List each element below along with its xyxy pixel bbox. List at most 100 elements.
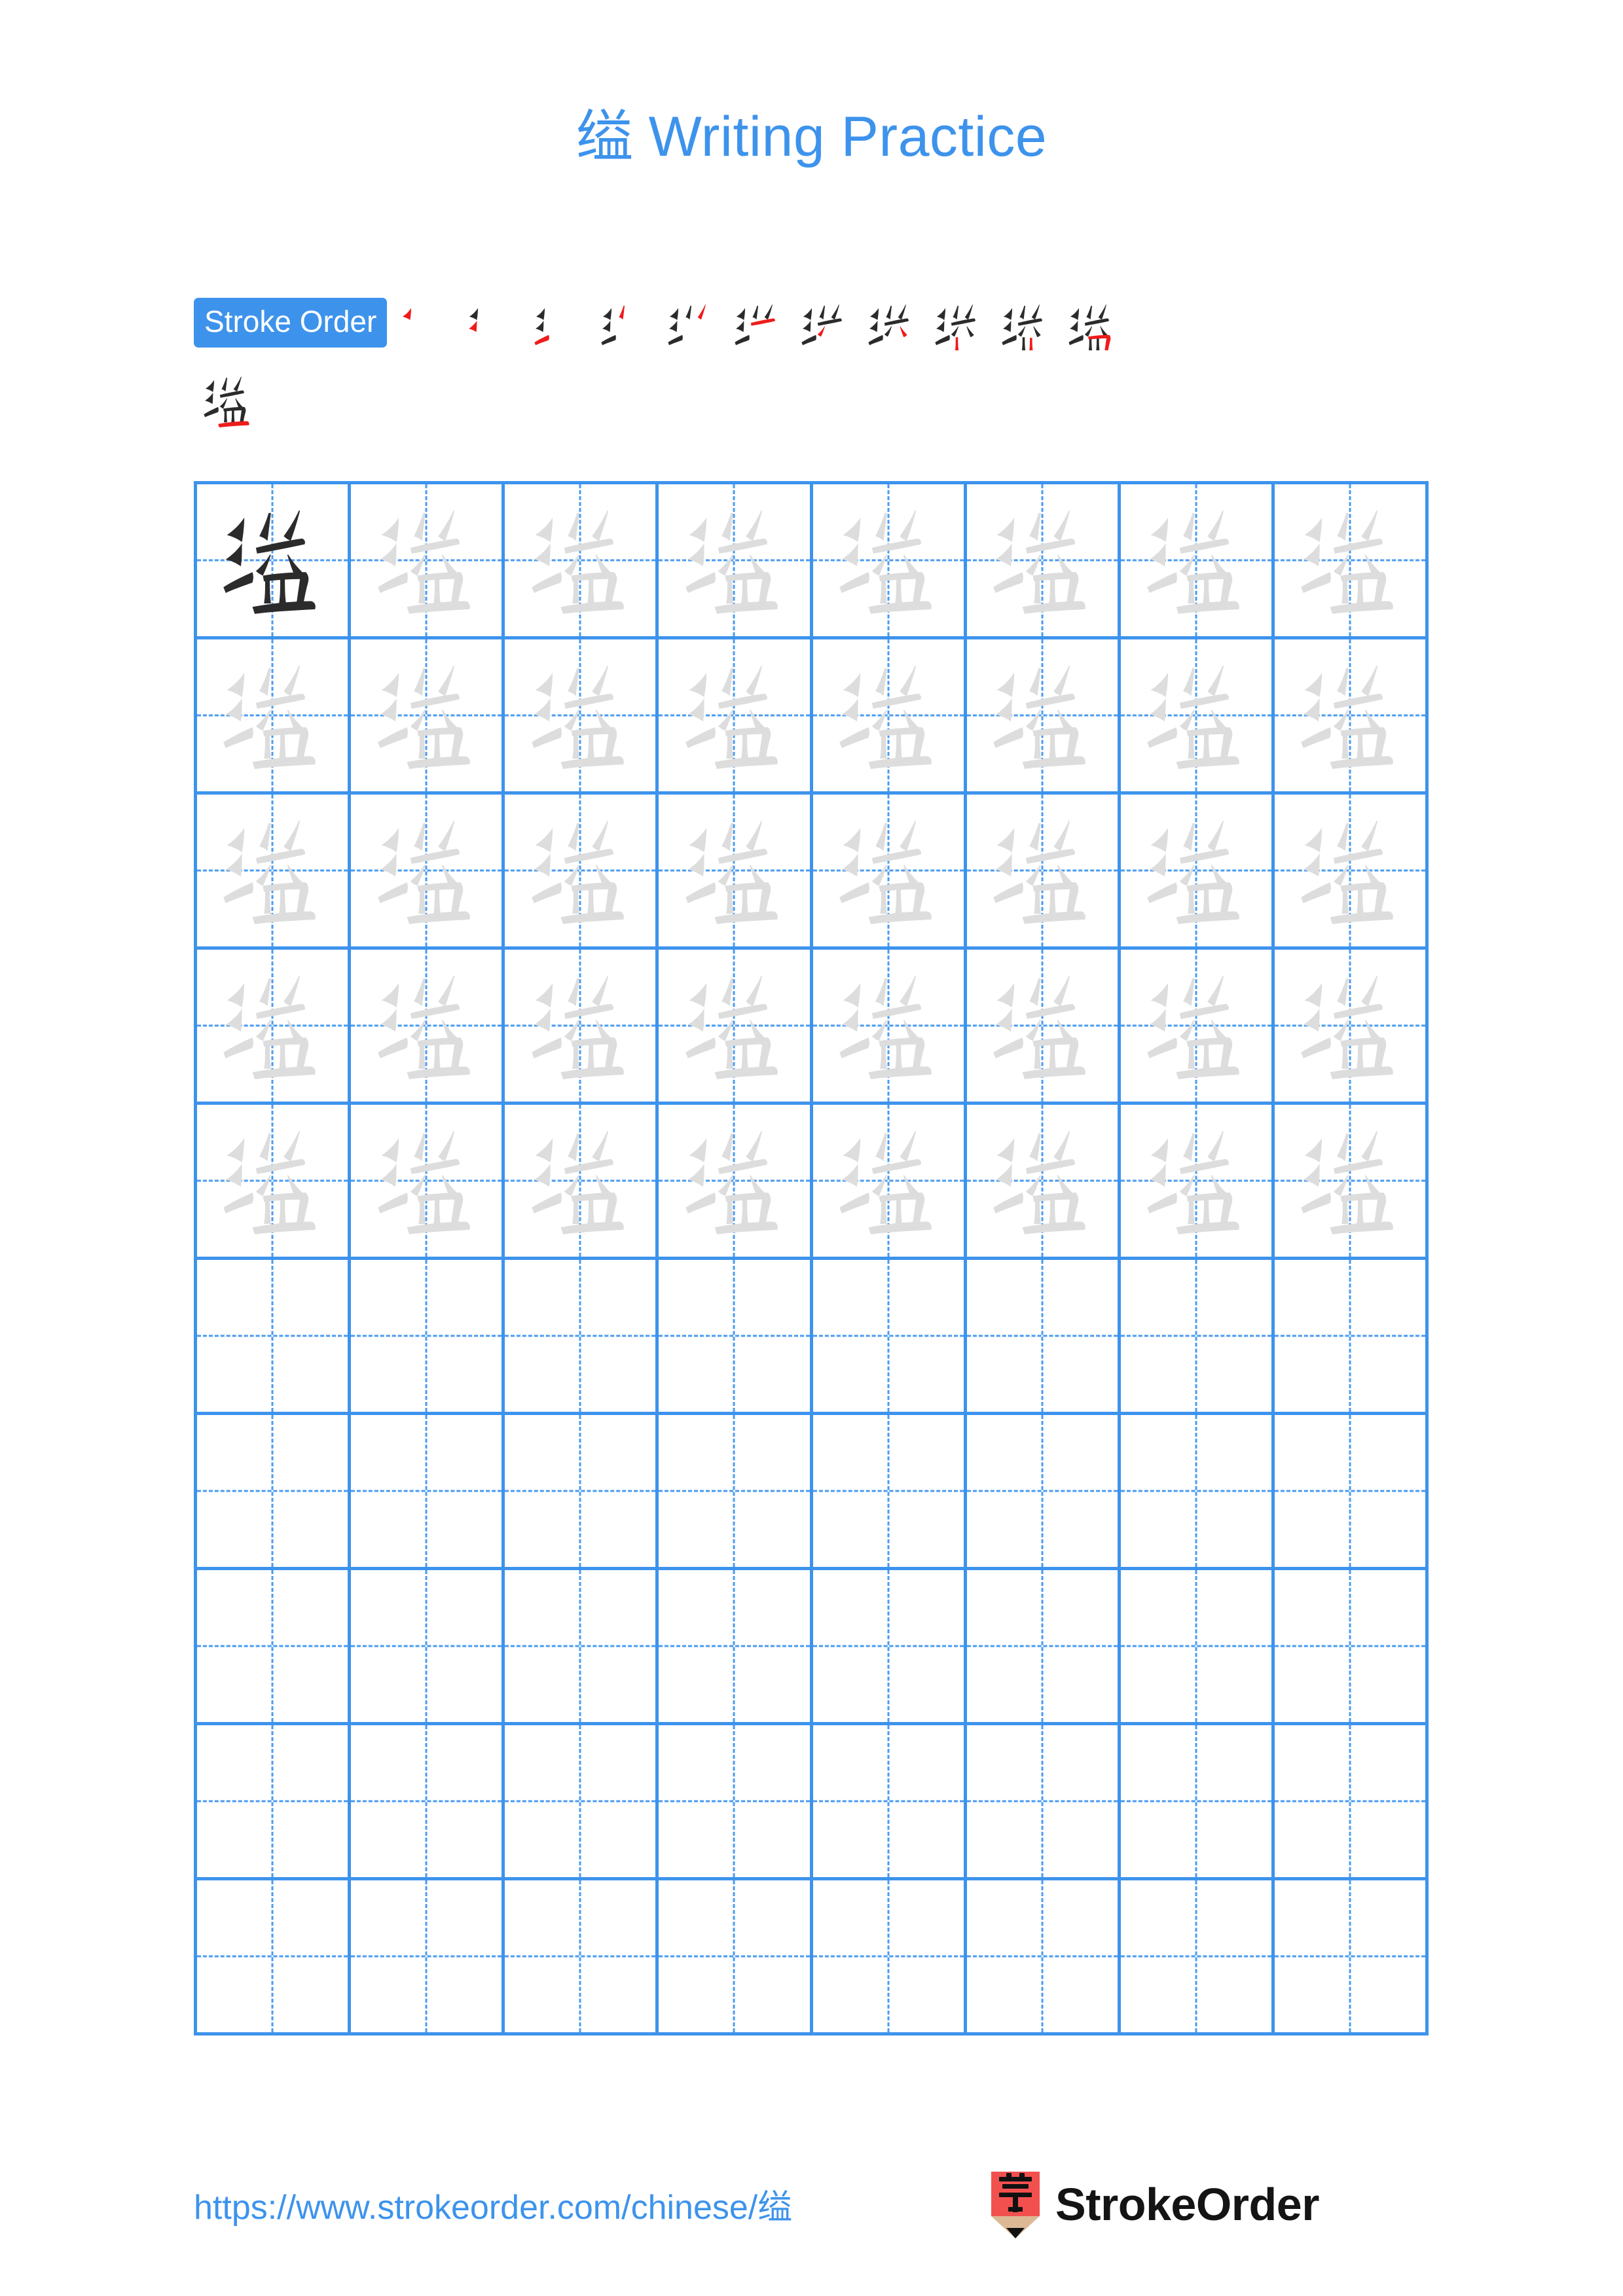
practice-cell-r6-c6[interactable] [966,1260,1121,1415]
practice-cell-r1-c3[interactable] [505,484,659,639]
practice-cell-r10-c4[interactable] [659,1880,813,2036]
practice-cell-r7-c2[interactable] [351,1415,505,1570]
practice-cell-r8-c8[interactable] [1274,1570,1429,1725]
practice-cell-r5-c7[interactable] [1120,1105,1275,1260]
practice-cell-r3-c3[interactable] [505,795,659,950]
stroke-order-line-1: Stroke Order [194,298,1431,361]
practice-cell-r10-c5[interactable] [812,1880,967,2036]
practice-cell-r4-c2[interactable] [351,950,505,1105]
practice-cell-r1-c1[interactable] [197,484,352,639]
practice-cell-r5-c5[interactable] [812,1105,967,1260]
practice-cell-r5-c2[interactable] [351,1105,505,1260]
trace-character [813,484,964,636]
practice-cell-r8-c2[interactable] [351,1570,505,1725]
practice-cell-r8-c3[interactable] [505,1570,659,1725]
practice-cell-r2-c7[interactable] [1120,639,1275,795]
stroke-12-diagram [196,370,259,433]
trace-character [351,639,501,791]
trace-character [659,1105,809,1257]
practice-cell-r6-c3[interactable] [505,1260,659,1415]
practice-cell-r9-c6[interactable] [966,1725,1121,1880]
practice-cell-r4-c4[interactable] [659,950,813,1105]
practice-cell-r6-c5[interactable] [812,1260,967,1415]
page-title: 缢 Writing Practice [0,105,1623,170]
practice-cell-r10-c2[interactable] [351,1880,505,2036]
practice-cell-r6-c4[interactable] [659,1260,813,1415]
practice-cell-r4-c6[interactable] [966,950,1121,1105]
practice-cell-r8-c7[interactable] [1120,1570,1275,1725]
practice-cell-r10-c7[interactable] [1120,1880,1275,2036]
practice-cell-r5-c8[interactable] [1274,1105,1429,1260]
practice-cell-r2-c3[interactable] [505,639,659,795]
practice-cell-r9-c5[interactable] [812,1725,967,1880]
practice-cell-r9-c2[interactable] [351,1725,505,1880]
practice-cell-r7-c1[interactable] [197,1415,352,1570]
stroke-9-diagram [928,298,991,361]
practice-cell-r4-c5[interactable] [812,950,967,1105]
practice-cell-r2-c4[interactable] [659,639,813,795]
trace-character [659,795,809,946]
practice-cell-r3-c1[interactable] [197,795,352,950]
trace-character [505,795,655,946]
practice-cell-r9-c8[interactable] [1274,1725,1429,1880]
trace-character [967,484,1118,636]
practice-cell-r3-c4[interactable] [659,795,813,950]
practice-cell-r4-c1[interactable] [197,950,352,1105]
practice-cell-r8-c5[interactable] [812,1570,967,1725]
practice-cell-r1-c6[interactable] [966,484,1121,639]
practice-cell-r3-c5[interactable] [812,795,967,950]
practice-cell-r2-c2[interactable] [351,639,505,795]
practice-cell-r10-c1[interactable] [197,1880,352,2036]
practice-cell-r4-c8[interactable] [1274,950,1429,1105]
practice-cell-r7-c6[interactable] [966,1415,1121,1570]
footer-brand[interactable]: StrokeOrder [990,2170,1319,2238]
trace-character [197,1105,348,1257]
practice-cell-r7-c3[interactable] [505,1415,659,1570]
practice-cell-r7-c7[interactable] [1120,1415,1275,1570]
practice-cell-r7-c5[interactable] [812,1415,967,1570]
practice-cell-r8-c4[interactable] [659,1570,813,1725]
trace-character [967,950,1118,1102]
practice-cell-r1-c8[interactable] [1274,484,1429,639]
trace-character [1275,484,1425,636]
practice-cell-r1-c7[interactable] [1120,484,1275,639]
trace-character [505,484,655,636]
practice-cell-r10-c3[interactable] [505,1880,659,2036]
practice-cell-r5-c3[interactable] [505,1105,659,1260]
practice-cell-r4-c3[interactable] [505,950,659,1105]
practice-grid-row [197,1725,1429,1880]
trace-character [967,639,1118,791]
practice-cell-r5-c1[interactable] [197,1105,352,1260]
practice-cell-r1-c4[interactable] [659,484,813,639]
footer-url[interactable]: https://www.strokeorder.com/chinese/缢 [194,2179,792,2229]
practice-cell-r8-c6[interactable] [966,1570,1121,1725]
practice-cell-r5-c6[interactable] [966,1105,1121,1260]
practice-cell-r1-c2[interactable] [351,484,505,639]
practice-cell-r3-c8[interactable] [1274,795,1429,950]
stroke-order-section: Stroke Order [194,298,1431,433]
practice-cell-r3-c6[interactable] [966,795,1121,950]
practice-cell-r6-c8[interactable] [1274,1260,1429,1415]
practice-cell-r2-c5[interactable] [812,639,967,795]
practice-cell-r6-c1[interactable] [197,1260,352,1415]
practice-cell-r10-c6[interactable] [966,1880,1121,2036]
practice-cell-r10-c8[interactable] [1274,1880,1429,2036]
practice-cell-r3-c7[interactable] [1120,795,1275,950]
practice-cell-r2-c1[interactable] [197,639,352,795]
practice-cell-r8-c1[interactable] [197,1570,352,1725]
practice-cell-r9-c4[interactable] [659,1725,813,1880]
practice-cell-r7-c8[interactable] [1274,1415,1429,1570]
practice-cell-r9-c1[interactable] [197,1725,352,1880]
practice-cell-r6-c2[interactable] [351,1260,505,1415]
practice-cell-r3-c2[interactable] [351,795,505,950]
practice-cell-r9-c3[interactable] [505,1725,659,1880]
trace-character [197,950,348,1102]
practice-cell-r2-c8[interactable] [1274,639,1429,795]
practice-cell-r6-c7[interactable] [1120,1260,1275,1415]
practice-cell-r7-c4[interactable] [659,1415,813,1570]
practice-cell-r4-c7[interactable] [1120,950,1275,1105]
practice-cell-r1-c5[interactable] [812,484,967,639]
practice-cell-r2-c6[interactable] [966,639,1121,795]
practice-cell-r5-c4[interactable] [659,1105,813,1260]
practice-cell-r9-c7[interactable] [1120,1725,1275,1880]
